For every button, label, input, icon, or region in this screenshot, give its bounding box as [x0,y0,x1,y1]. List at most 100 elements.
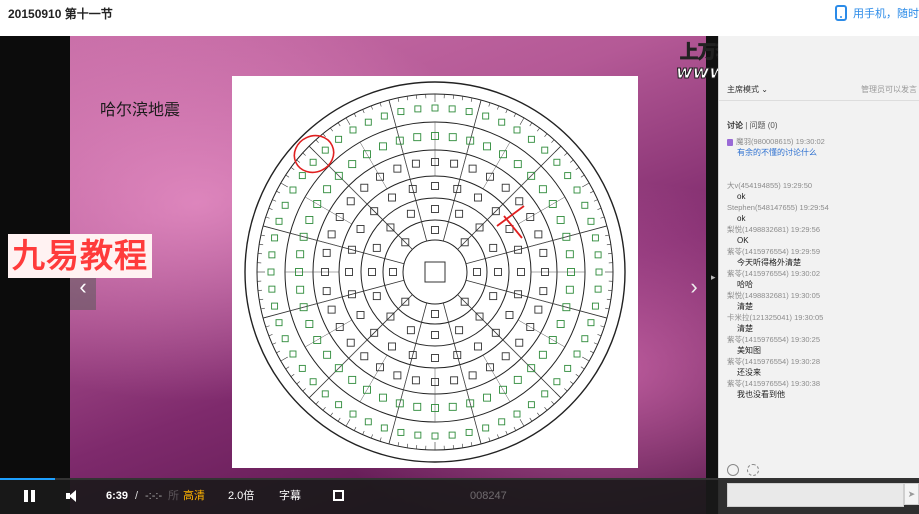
wheel-tick [276,190,281,194]
wheel-glyph-mark [360,183,369,192]
wheel-tick [370,434,373,439]
wheel-glyph-mark [573,350,581,358]
wheel-tick [570,381,574,385]
wheel-inner-spoke [328,165,368,205]
wheel-glyph-mark [411,159,420,168]
wheel-glyph-mark [305,320,314,328]
time-separator: / [135,490,139,502]
wheel-glyph-mark [515,197,524,206]
wheel-glyph-mark [564,172,572,180]
tab-discussion[interactable]: 讨论 [727,121,743,130]
wheel-glyph-mark [448,402,457,411]
chat-message-head: 梨悦(1498832681) 19:30:05 [727,291,820,300]
permission-note: 管理员可以发言 [861,85,917,94]
wheel-glyph-mark [587,217,595,225]
speed-button[interactable]: 2.0倍 [228,478,254,514]
wheel-glyph-mark [345,268,353,276]
collapse-arrow-icon[interactable]: ▸ [711,272,716,283]
page-header: 20150910 第十一节 用手机，随时 [0,0,919,30]
wheel-tick [488,437,491,442]
wheel-inner-spoke [328,339,368,379]
wheel-tick [589,190,594,194]
wheel-tick [497,434,500,439]
wheel-glyph-mark [482,112,490,120]
wheel-tick [606,298,611,301]
wheel-glyph-mark [581,201,589,209]
wheel-glyph-mark [431,205,439,213]
next-slide-button[interactable]: › [683,264,705,310]
wheel-glyph-mark [450,159,459,168]
page-title: 20150910 第十一节 [8,7,113,21]
wheel-glyph-mark [564,364,572,372]
wheel-glyph-mark [448,431,456,439]
chat-message-body: 哈哈 [737,280,753,289]
wheel-glyph-mark [388,342,396,351]
quality-button[interactable]: 高清 [183,478,205,514]
chat-message-body: ok [737,192,746,201]
wheel-glyph-mark [594,285,602,293]
wheel-glyph-mark [356,311,365,319]
wheel-tick [370,105,373,110]
wheel-tick [406,443,409,448]
wheel-tick [537,412,540,417]
chat-message-body: OK [737,236,749,245]
emoji-icon[interactable] [727,464,739,476]
chat-message-head: 紫苓(1415976554) 19:29:59 [727,247,820,256]
wheel-tick [519,419,525,427]
subtitle-button[interactable]: 字幕 [279,478,301,514]
wheel-glyph-mark [271,302,279,310]
wheel-glyph-mark [527,135,535,143]
wheel-glyph-mark [323,185,332,194]
wheel-tick [302,152,306,156]
wheel-inner-spoke [359,141,388,189]
discussion-tabs[interactable]: 讨论 | 问题 (0) [727,120,778,131]
chat-input[interactable] [727,483,904,507]
wheel-glyph-mark [505,311,514,319]
wheel-glyph-mark [565,250,574,259]
mode-selector[interactable]: 主席模式 ⌄ [727,84,768,95]
chat-message-head: 梨悦(1498832681) 19:29:56 [727,225,820,234]
wheel-inner-spoke [518,319,566,348]
fullscreen-icon[interactable] [333,490,344,501]
wheel-glyph-mark [450,376,459,385]
wheel-glyph-mark [483,393,491,402]
tab-questions[interactable]: | 问题 (0) [745,121,777,130]
wheel-inner-spoke [502,165,542,205]
wheel-tick [276,350,281,354]
gear-icon[interactable] [747,464,759,476]
wheel-tick [315,139,319,143]
divider [719,100,919,101]
chat-message-head: 大v(454194855) 19:29:50 [727,181,813,190]
wheel-glyph-mark [591,302,599,310]
wheel-tick [513,113,517,118]
wheel-tick [302,388,306,392]
current-time: 6:39 [106,490,129,502]
wheel-glyph-mark [573,186,581,194]
chat-message-head: 紫苓(1415976554) 19:30:25 [727,335,820,344]
wheel-tick [488,102,491,107]
mobile-watch-link[interactable]: 用手机，随时 [835,2,919,24]
wheel-tick [564,388,568,392]
wheel-tick [265,216,270,219]
wheel-tick [513,426,517,431]
chat-message-body: 清楚 [737,302,753,311]
wheel-glyph-mark [321,146,329,154]
wheel-glyph-mark [309,158,317,166]
wheel-glyph-mark [489,243,498,252]
wheel-glyph-mark [327,305,336,314]
volume-icon[interactable] [66,490,80,502]
wheel-glyph-mark [513,160,522,169]
wheel-glyph-mark [595,268,603,276]
wheel-glyph-mark [513,375,522,384]
pause-icon[interactable] [24,490,35,502]
chat-message-body: 我也没看到他 [737,390,785,399]
wheel-tick [606,243,611,246]
wheel-tick [582,182,590,188]
wheel-glyph-mark [513,126,521,134]
video-player[interactable]: 哈尔滨地震 ‹ › 九易教程 上万套周易资料教程 www.265zhouyiw.… [0,36,919,514]
chat-message-head: 卡米拉(121325041) 19:30:05 [727,313,824,322]
send-button[interactable]: ➤ [904,483,919,505]
wheel-inner-spoke [482,355,511,403]
wheel-inner-spoke [482,141,511,189]
wheel-glyph-mark [323,350,332,359]
